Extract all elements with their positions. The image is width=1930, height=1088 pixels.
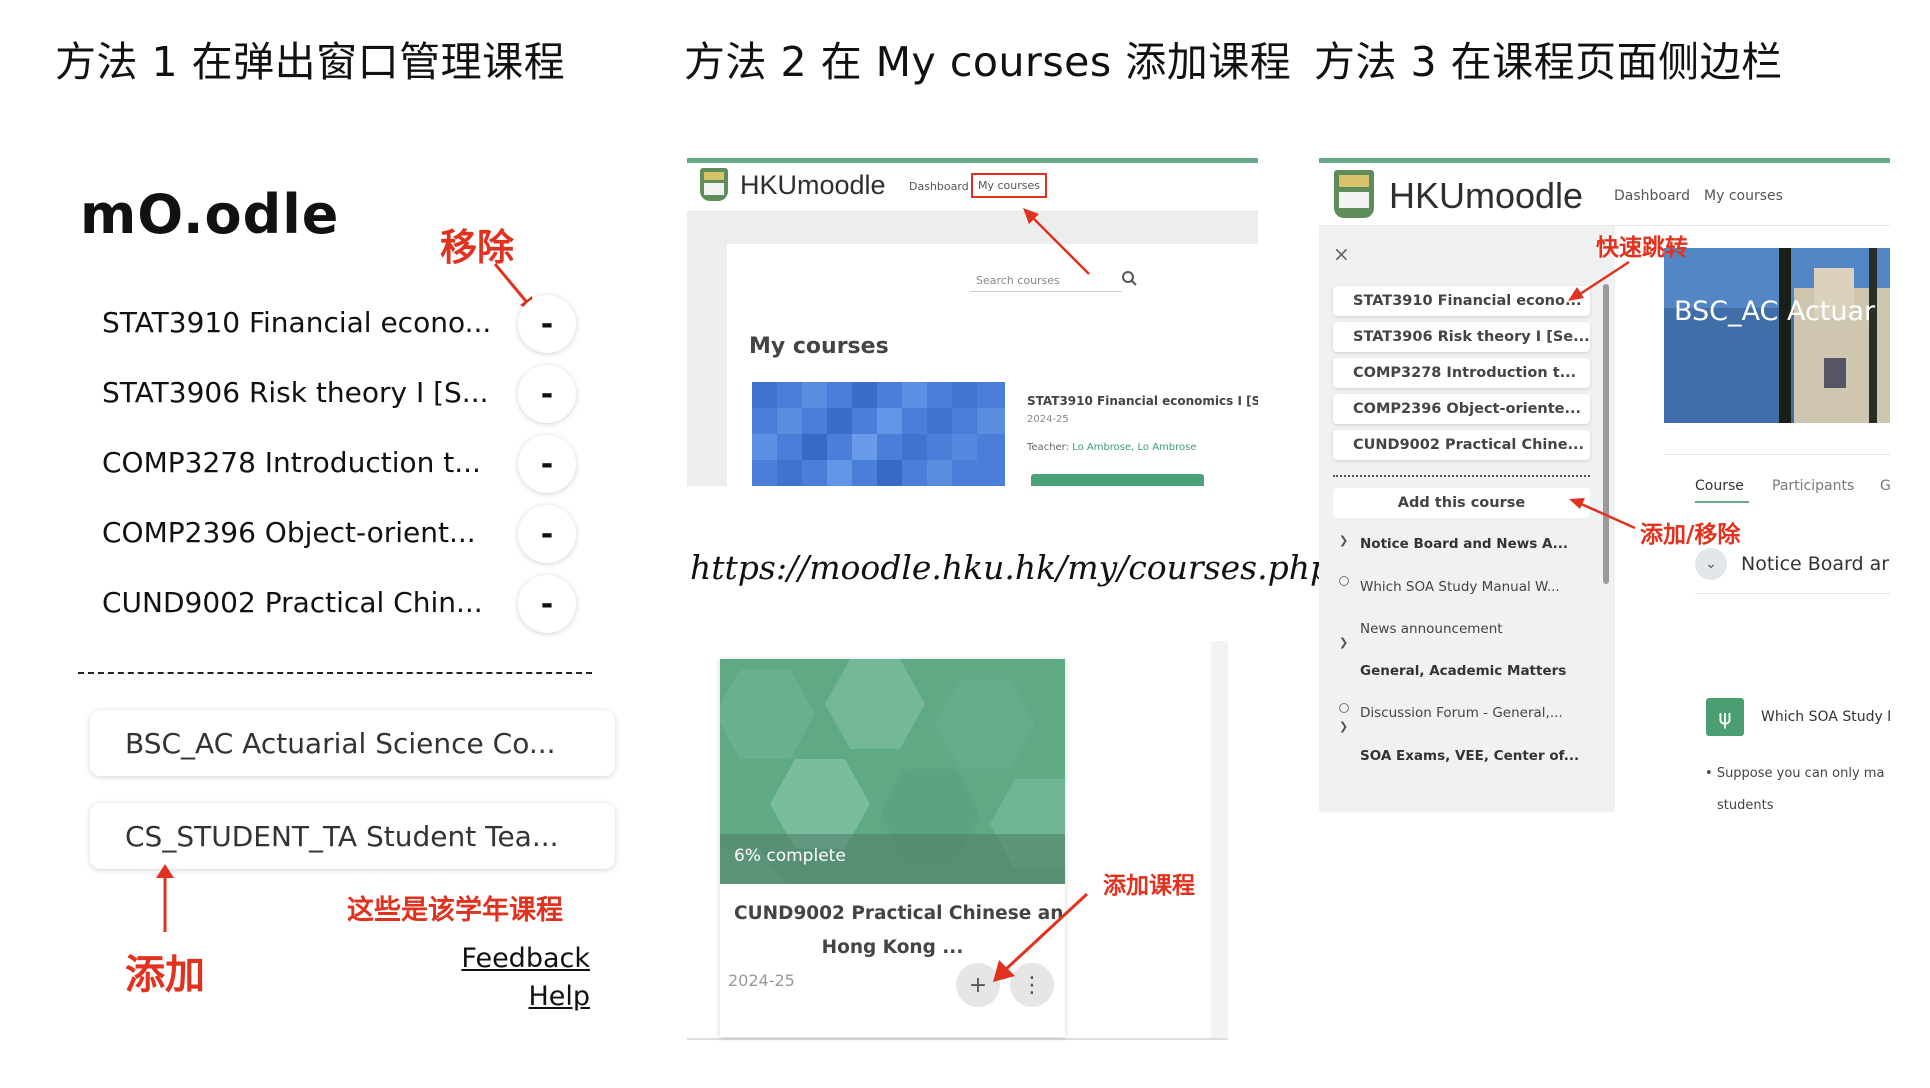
nav-my-courses[interactable]: My courses [1704, 188, 1783, 204]
divider [78, 672, 592, 674]
arrow-up-add-icon [156, 864, 174, 932]
hkumoodle-logo: HKUmoodle [1389, 175, 1584, 216]
tab-grades[interactable]: G [1880, 478, 1890, 494]
chevron-down-icon[interactable]: ❯ [1339, 534, 1348, 547]
teacher-names[interactable]: Lo Ambrose, Lo Ambrose [1072, 442, 1196, 453]
sidebar-course-4[interactable]: COMP2396 Object-oriente... [1333, 394, 1590, 424]
item-soa-study-manual[interactable]: Which SOA Study Manual W... [1360, 579, 1560, 595]
help-link[interactable]: Help [440, 981, 590, 1012]
year-course-card-2[interactable]: CS_STUDENT_TA Student Tea... [90, 803, 615, 869]
hku-crest-icon [1334, 170, 1374, 218]
hku-crest-icon [700, 168, 728, 201]
add-this-course-button[interactable]: Add this course [1333, 488, 1590, 518]
popup-course-4[interactable]: COMP2396 Object-orient... [102, 516, 476, 549]
course-title[interactable]: STAT3910 Financial economics I [Se [1027, 394, 1258, 408]
item-circle-icon [1339, 576, 1349, 586]
sidebar-divider [1333, 475, 1590, 477]
chevron-down-icon[interactable]: ❯ [1339, 636, 1348, 649]
method1-heading: 方法 1 在弹出窗口管理课程 [55, 38, 566, 86]
item-discussion-forum[interactable]: Discussion Forum - General,... [1360, 705, 1563, 721]
activity-soa-study[interactable]: Which SOA Study M [1761, 709, 1890, 725]
item-news-announcement[interactable]: News announcement [1360, 621, 1503, 637]
section-general-academic[interactable]: General, Academic Matters [1360, 663, 1566, 679]
course-banner-image [1664, 248, 1890, 423]
nav-dashboard[interactable]: Dashboard [1614, 188, 1690, 204]
close-sidebar-icon[interactable]: × [1333, 242, 1350, 266]
sidebar-course-2[interactable]: STAT3906 Risk theory I [Se... [1333, 322, 1590, 352]
teacher-label: Teacher: [1027, 442, 1069, 453]
annotation-add-course: 添加课程 [1103, 873, 1195, 899]
sidebar-course-3[interactable]: COMP3278 Introduction t... [1333, 358, 1590, 388]
annotation-year-courses: 这些是该学年课程 [347, 895, 563, 926]
hkumoodle-logo: HKUmoodle [740, 170, 886, 200]
annotation-add-remove: 添加/移除 [1640, 522, 1741, 548]
section-notice-board[interactable]: Notice Board and News A... [1360, 536, 1568, 552]
feedback-link[interactable]: Feedback [440, 943, 590, 974]
item-circle-icon [1339, 703, 1349, 713]
remove-course-button-5[interactable]: - [518, 575, 576, 633]
moodle-logo: mO.odle [80, 183, 340, 246]
nav-dashboard[interactable]: Dashboard [909, 180, 969, 193]
course-banner-title: BSC_AC Actuar [1674, 296, 1876, 327]
course-action-button[interactable] [1031, 474, 1204, 486]
method3-heading: 方法 3 在课程页面侧边栏 [1314, 38, 1783, 86]
my-courses-screenshot: HKUmoodle Dashboard My courses Search co… [687, 158, 1258, 486]
remove-course-button-4[interactable]: - [518, 505, 576, 563]
tab-course[interactable]: Course [1695, 478, 1744, 494]
remove-course-button-1[interactable]: - [518, 295, 576, 353]
notice-board-heading[interactable]: Notice Board ar [1741, 553, 1889, 575]
forum-icon: ψ [1706, 698, 1744, 736]
annotation-add: 添加 [125, 952, 205, 998]
sidebar-scrollbar[interactable] [1603, 284, 1609, 584]
tab-participants[interactable]: Participants [1772, 478, 1854, 494]
chevron-down-icon[interactable]: ❯ [1339, 720, 1348, 733]
remove-course-button-2[interactable]: - [518, 365, 576, 423]
method2-heading: 方法 2 在 My courses 添加课程 [684, 38, 1292, 86]
course-card-screenshot: 6% complete CUND9002 Practical Chinese a… [687, 641, 1228, 1040]
arrow-to-my-courses-icon [1023, 208, 1090, 275]
my-courses-url: https://moodle.hku.hk/my/courses.php [690, 548, 1332, 587]
tab-course-underline [1695, 501, 1749, 503]
arrow-to-add-this-course-icon [1569, 498, 1636, 530]
search-icon[interactable] [1119, 268, 1139, 288]
popup-course-5[interactable]: CUND9002 Practical Chin... [102, 586, 483, 619]
arrow-to-sidebar-course-icon [1568, 260, 1630, 301]
sidebar-course-1[interactable]: STAT3910 Financial econo... [1333, 286, 1590, 316]
popup-course-1[interactable]: STAT3910 Financial econo... [102, 306, 491, 339]
course-progress: 6% complete [734, 846, 846, 866]
popup-course-3[interactable]: COMP3278 Introduction t... [102, 446, 481, 479]
arrow-to-add-button-icon [993, 892, 1089, 982]
bullet-text: Suppose you can only ma [1716, 766, 1885, 781]
chevron-down-icon[interactable]: ⌄ [1695, 548, 1727, 580]
popup-course-2[interactable]: STAT3906 Risk theory I [S... [102, 376, 489, 409]
bullet-text-2: students [1717, 798, 1774, 812]
my-courses-title: My courses [749, 334, 889, 359]
course-card-year: 2024-25 [728, 971, 795, 990]
section-soa-exams[interactable]: SOA Exams, VEE, Center of... [1360, 748, 1579, 764]
course-image-thumbnail[interactable] [752, 382, 1005, 486]
remove-course-button-3[interactable]: - [518, 435, 576, 493]
nav-my-courses[interactable]: My courses [971, 173, 1047, 198]
year-course-card-1[interactable]: BSC_AC Actuarial Science Co... [90, 710, 615, 776]
course-year: 2024-25 [1027, 414, 1069, 425]
sidebar-course-5[interactable]: CUND9002 Practical Chine... [1333, 430, 1590, 460]
